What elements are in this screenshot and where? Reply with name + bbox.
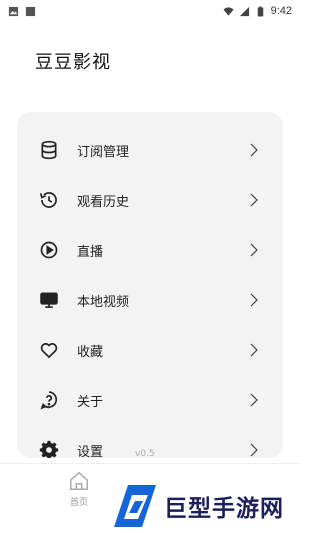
menu-item-local-video[interactable]: 本地视频 bbox=[17, 280, 283, 320]
history-icon bbox=[38, 189, 60, 211]
menu-label-favorites: 收藏 bbox=[77, 344, 104, 360]
menu-card: 订阅管理 观看历史 直播 本地视频 收藏 关于 设置 bbox=[17, 112, 283, 458]
version-text: v0.5 bbox=[135, 449, 155, 459]
status-right: 9:42 bbox=[223, 5, 292, 17]
wifi-icon bbox=[223, 6, 234, 16]
chevron-right-icon bbox=[250, 143, 258, 157]
chevron-right-icon bbox=[250, 343, 258, 357]
chevron-right-icon bbox=[250, 393, 258, 407]
chevron-right-icon bbox=[250, 243, 258, 257]
menu-label-history: 观看历史 bbox=[77, 194, 130, 210]
home-icon bbox=[70, 471, 88, 490]
status-time: 9:42 bbox=[270, 5, 292, 17]
question-icon bbox=[38, 389, 60, 411]
menu-label-live: 直播 bbox=[77, 244, 104, 260]
app-title: 豆豆影视 bbox=[35, 52, 111, 73]
nav-home-label: 首页 bbox=[69, 498, 88, 508]
image-notification-icon-2 bbox=[25, 6, 36, 16]
watermark: 巨型手游网 bbox=[110, 478, 300, 533]
menu-item-subscription[interactable]: 订阅管理 bbox=[17, 130, 283, 170]
menu-item-live[interactable]: 直播 bbox=[17, 230, 283, 270]
menu-label-subscription: 订阅管理 bbox=[77, 144, 130, 160]
menu-label-local-video: 本地视频 bbox=[77, 294, 130, 310]
nav-home[interactable]: 首页 bbox=[62, 470, 96, 518]
chevron-right-icon bbox=[250, 443, 258, 457]
gear-icon bbox=[38, 439, 60, 458]
play-circle-icon bbox=[38, 239, 60, 261]
menu-label-about: 关于 bbox=[77, 394, 104, 410]
heart-icon bbox=[38, 339, 60, 361]
image-notification-icon bbox=[8, 6, 19, 16]
database-icon bbox=[38, 139, 60, 161]
status-bar: 9:42 bbox=[0, 0, 300, 22]
signal-icon bbox=[239, 6, 249, 16]
menu-label-settings: 设置 bbox=[77, 444, 104, 459]
watermark-logo-icon bbox=[114, 484, 156, 527]
chevron-right-icon bbox=[250, 293, 258, 307]
menu-item-favorites[interactable]: 收藏 bbox=[17, 330, 283, 370]
menu-item-history[interactable]: 观看历史 bbox=[17, 180, 283, 220]
chevron-right-icon bbox=[250, 193, 258, 207]
battery-icon bbox=[257, 5, 263, 17]
monitor-icon bbox=[38, 289, 60, 311]
menu-item-about[interactable]: 关于 bbox=[17, 380, 283, 420]
watermark-text: 巨型手游网 bbox=[164, 495, 284, 522]
status-left bbox=[8, 6, 36, 17]
